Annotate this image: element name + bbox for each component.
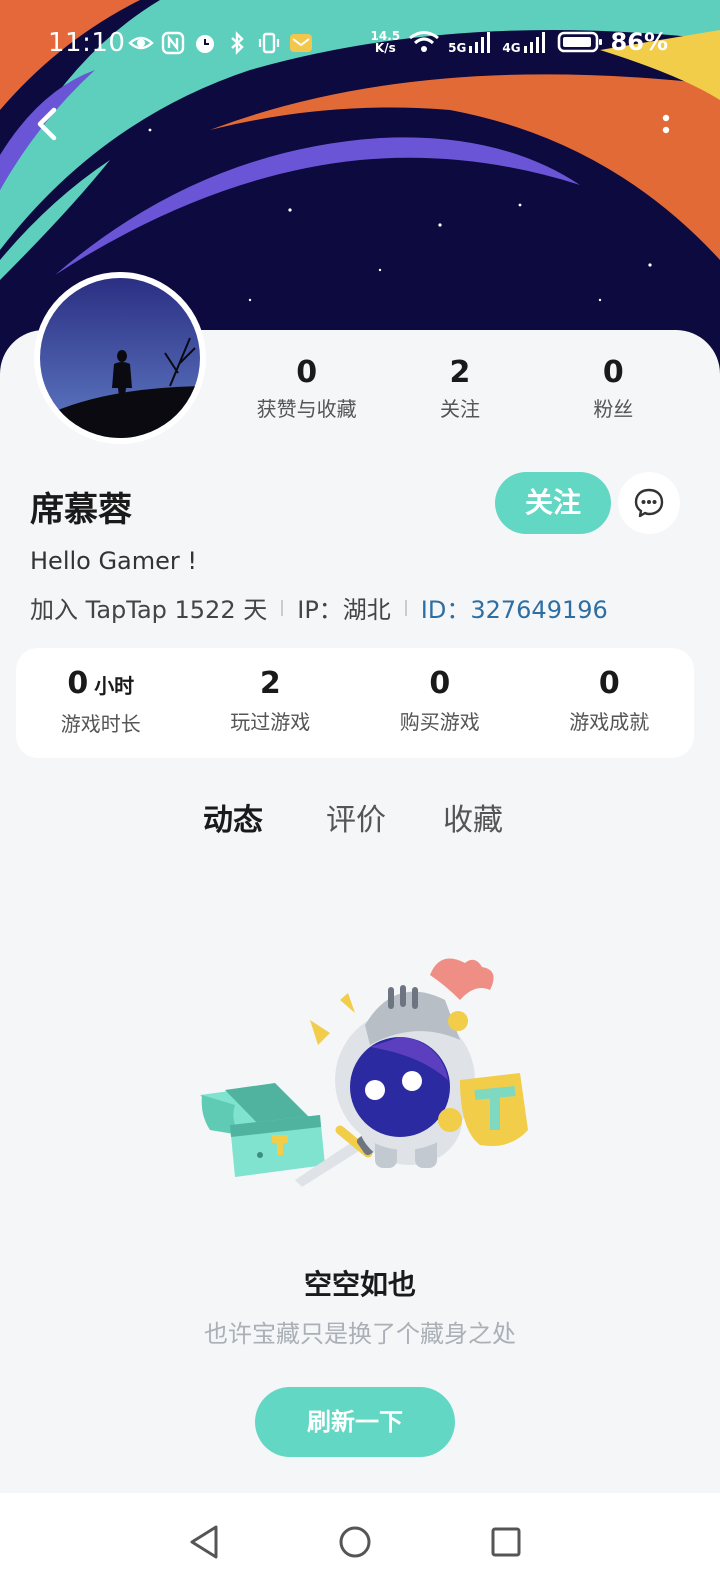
follow-button[interactable]: 关注 — [495, 472, 611, 534]
signal-bars-icon — [469, 32, 491, 53]
message-button[interactable] — [618, 472, 680, 534]
stat-label: 获赞与收藏 — [256, 397, 357, 421]
game-stat-played[interactable]: 2 玩过游戏 — [186, 648, 356, 758]
more-vertical-icon — [662, 114, 670, 134]
tab-favorites[interactable]: 收藏 — [443, 795, 503, 839]
game-stat-playtime[interactable]: 0 小时 游戏时长 — [16, 648, 186, 758]
empty-title: 空空如也 — [303, 1268, 416, 1301]
avatar-photo — [40, 278, 200, 438]
system-nav-bar — [0, 1493, 720, 1591]
stat-label: 关注 — [439, 397, 480, 421]
tab-moments[interactable]: 动态 — [203, 795, 263, 841]
bluetooth-icon — [231, 31, 244, 55]
stat-unit: 小时 — [94, 674, 135, 698]
back-button[interactable] — [28, 102, 68, 146]
triangle-back-icon — [190, 1525, 218, 1559]
game-stat-purchased[interactable]: 0 购买游戏 — [355, 648, 525, 758]
wifi-icon — [409, 31, 440, 52]
game-stat-achievements[interactable]: 0 游戏成就 — [525, 648, 695, 758]
signal-5g-label: 5G — [448, 41, 467, 55]
signal-4g: 4G — [502, 30, 548, 54]
stat-label: 购买游戏 — [399, 710, 480, 734]
chat-bubble-icon — [634, 488, 664, 518]
tab-label: 收藏 — [443, 803, 503, 838]
ip-location: IP：湖北 — [297, 596, 391, 624]
nav-home-button[interactable] — [328, 1515, 382, 1569]
avatar-image — [40, 278, 200, 438]
net-speed-unit: K/s — [374, 41, 396, 55]
mail-notification-icon — [290, 34, 312, 52]
stat-following[interactable]: 2 关注 — [383, 355, 536, 425]
more-button[interactable] — [654, 106, 678, 146]
profile-bio: Hello Gamer ! — [30, 547, 198, 575]
square-recent-icon — [491, 1527, 521, 1557]
alarm-icon — [196, 35, 214, 53]
status-bar: 11:10 14.5 K/s 5G 4G 86% — [0, 0, 720, 90]
nfc-icon — [161, 31, 185, 55]
tab-reviews[interactable]: 评价 — [326, 795, 386, 839]
battery-percent: 86% — [610, 28, 668, 56]
status-left-icons — [128, 30, 314, 56]
empty-subtitle: 也许宝藏只是换了个藏身之处 — [204, 1320, 516, 1348]
stat-number: 0 — [67, 666, 89, 701]
signal-bars-icon — [523, 32, 545, 53]
stat-value: 2 — [259, 666, 281, 701]
user-id[interactable]: ID：327649196 — [421, 590, 608, 625]
signal-4g-label: 4G — [502, 41, 521, 55]
refresh-button[interactable]: 刷新一下 — [255, 1387, 455, 1457]
stat-likes[interactable]: 0 获赞与收藏 — [230, 355, 383, 425]
stat-value: 0 — [602, 355, 624, 390]
status-right-icons: 14.5 K/s 5G 4G 86% — [371, 28, 668, 56]
tab-label: 动态 — [203, 803, 263, 838]
nav-recent-button[interactable] — [479, 1515, 533, 1569]
eye-icon — [128, 36, 154, 50]
signal-5g: 5G — [448, 30, 494, 54]
stat-label: 玩过游戏 — [230, 710, 311, 734]
divider — [281, 599, 284, 616]
net-speed: 14.5 K/s — [371, 30, 401, 54]
avatar[interactable] — [34, 272, 206, 444]
profile-meta: 加入 TapTap 1522 天 IP：湖北 ID：327649196 — [30, 590, 608, 625]
join-days: 加入 TapTap 1522 天 — [30, 596, 268, 624]
back-arrow-icon — [37, 107, 57, 141]
vibrate-icon — [258, 32, 280, 54]
stat-followers[interactable]: 0 粉丝 — [537, 355, 690, 425]
profile-name: 席慕蓉 — [30, 490, 132, 530]
game-stats-card: 0 小时 游戏时长 2 玩过游戏 0 购买游戏 0 游戏成就 — [16, 648, 694, 758]
status-time: 11:10 — [48, 28, 126, 58]
stat-value: 0 — [429, 666, 451, 701]
nav-back-button[interactable] — [178, 1515, 232, 1569]
battery-icon — [557, 31, 602, 53]
stat-value: 0 — [598, 666, 620, 701]
profile-stats: 0 获赞与收藏 2 关注 0 粉丝 — [230, 355, 690, 425]
stat-label: 游戏成就 — [569, 710, 650, 734]
stat-label: 游戏时长 — [60, 712, 141, 736]
stat-value: 0 小时 — [16, 666, 186, 704]
stat-label: 粉丝 — [593, 397, 634, 421]
empty-state-illustration — [200, 958, 528, 1187]
stat-value: 2 — [449, 355, 471, 390]
stat-value: 0 — [296, 355, 318, 390]
divider — [404, 599, 407, 616]
circle-home-icon — [339, 1526, 371, 1558]
tab-label: 评价 — [326, 803, 386, 838]
content-tabs: 动态 评价 收藏 — [0, 795, 720, 845]
